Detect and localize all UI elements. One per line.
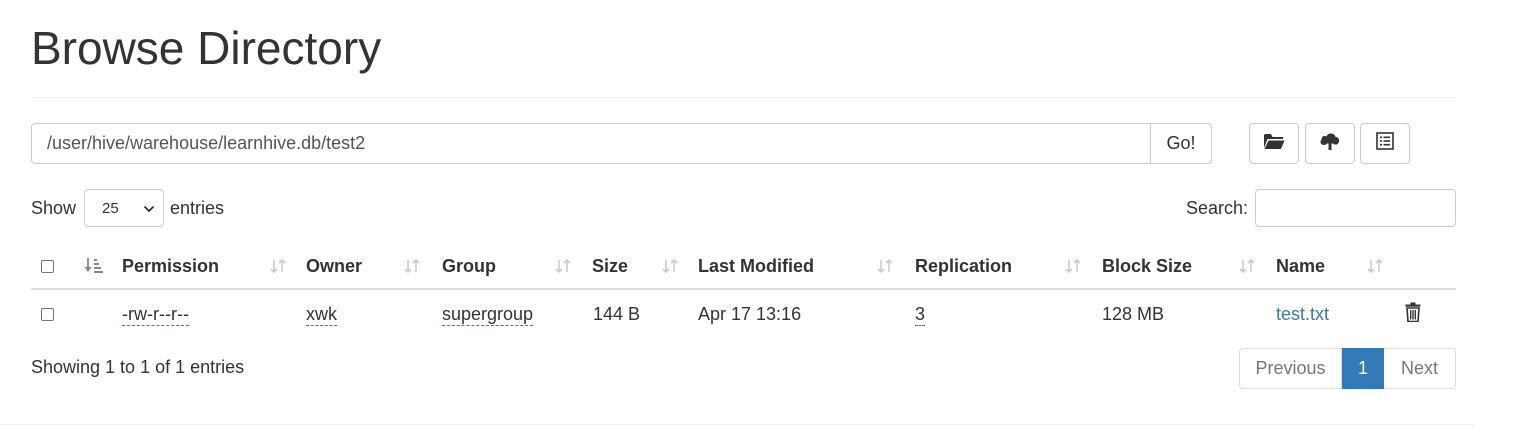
page-title: Browse Directory: [31, 22, 382, 74]
column-header-permission[interactable]: Permission: [122, 244, 219, 288]
current-page-button[interactable]: 1: [1342, 348, 1384, 389]
column-header-last-modified[interactable]: Last Modified: [698, 244, 814, 288]
path-input-group: Go!: [31, 123, 1212, 164]
upload-files-button[interactable]: [1305, 123, 1355, 164]
replication-value[interactable]: 3: [915, 303, 926, 326]
name-cell: test.txt: [1276, 290, 1329, 338]
file-name-link[interactable]: test.txt: [1276, 304, 1329, 325]
row-select-checkbox[interactable]: [41, 307, 54, 321]
last-modified-cell: Apr 17 13:16: [698, 303, 802, 324]
folder-open-icon: [1263, 132, 1285, 155]
sort-icon[interactable]: [1238, 244, 1256, 288]
previous-page-button[interactable]: Previous: [1239, 348, 1342, 389]
column-header-group[interactable]: Group: [442, 244, 496, 288]
owner-value[interactable]: xwk: [306, 303, 337, 326]
replication-cell: 3: [915, 290, 926, 338]
next-page-button[interactable]: Next: [1384, 348, 1456, 389]
directory-path-input[interactable]: [31, 123, 1151, 164]
cloud-upload-icon: [1319, 131, 1341, 156]
search-label: Search:: [1185, 197, 1248, 218]
select-all-cell: [41, 244, 54, 288]
column-header-block-size[interactable]: Block Size: [1102, 244, 1192, 288]
create-directory-button[interactable]: [1249, 123, 1299, 164]
sort-icon[interactable]: [403, 244, 421, 288]
sort-icon[interactable]: [1366, 244, 1384, 288]
group-value[interactable]: supergroup: [442, 303, 534, 326]
search-control: Search:: [1186, 189, 1456, 227]
row-select-cell: [41, 290, 54, 338]
owner-cell: xwk: [306, 290, 337, 338]
entries-per-page-value: 25: [102, 199, 119, 217]
column-header-name[interactable]: Name: [1276, 244, 1325, 288]
entries-label: entries: [170, 197, 225, 218]
page-length-control: Show 25 entries: [31, 189, 224, 227]
sort-icon[interactable]: [661, 244, 679, 288]
chevron-down-icon: [143, 200, 155, 217]
cut-paste-button[interactable]: [1360, 123, 1410, 164]
select-all-checkbox[interactable]: [41, 259, 54, 273]
group-cell: supergroup: [442, 290, 534, 338]
block-size-cell: 128 MB: [1102, 303, 1165, 324]
sort-icon[interactable]: [876, 244, 894, 288]
browse-directory-page: Browse Directory Go!: [0, 0, 1529, 437]
title-divider: [31, 97, 1456, 98]
footer-divider: [0, 424, 1475, 425]
trash-icon[interactable]: [1405, 302, 1421, 327]
list-icon: [1376, 132, 1394, 155]
table-header: Permission Owner Group Size Last Modifie…: [31, 244, 1456, 290]
sort-icon[interactable]: [554, 244, 572, 288]
search-input[interactable]: [1255, 189, 1456, 227]
go-button[interactable]: Go!: [1151, 123, 1212, 164]
sort-ascending-icon[interactable]: [84, 244, 104, 288]
column-header-owner[interactable]: Owner: [306, 244, 362, 288]
table-row: -rw-r--r-- xwk supergroup 144 B Apr 17 1…: [31, 290, 1456, 338]
table-info: Showing 1 to 1 of 1 entries: [31, 357, 245, 377]
permission-value[interactable]: -rw-r--r--: [122, 303, 189, 326]
size-cell: 144 B: [593, 303, 641, 324]
pagination: Previous 1 Next: [1239, 348, 1456, 389]
delete-cell: [1405, 290, 1421, 338]
entries-per-page-select[interactable]: 25: [84, 189, 165, 227]
column-header-replication[interactable]: Replication: [915, 244, 1012, 288]
show-label: Show: [31, 197, 77, 218]
column-header-size[interactable]: Size: [592, 244, 628, 288]
permission-cell: -rw-r--r--: [122, 290, 189, 338]
sort-icon[interactable]: [1064, 244, 1082, 288]
sort-icon[interactable]: [269, 244, 287, 288]
